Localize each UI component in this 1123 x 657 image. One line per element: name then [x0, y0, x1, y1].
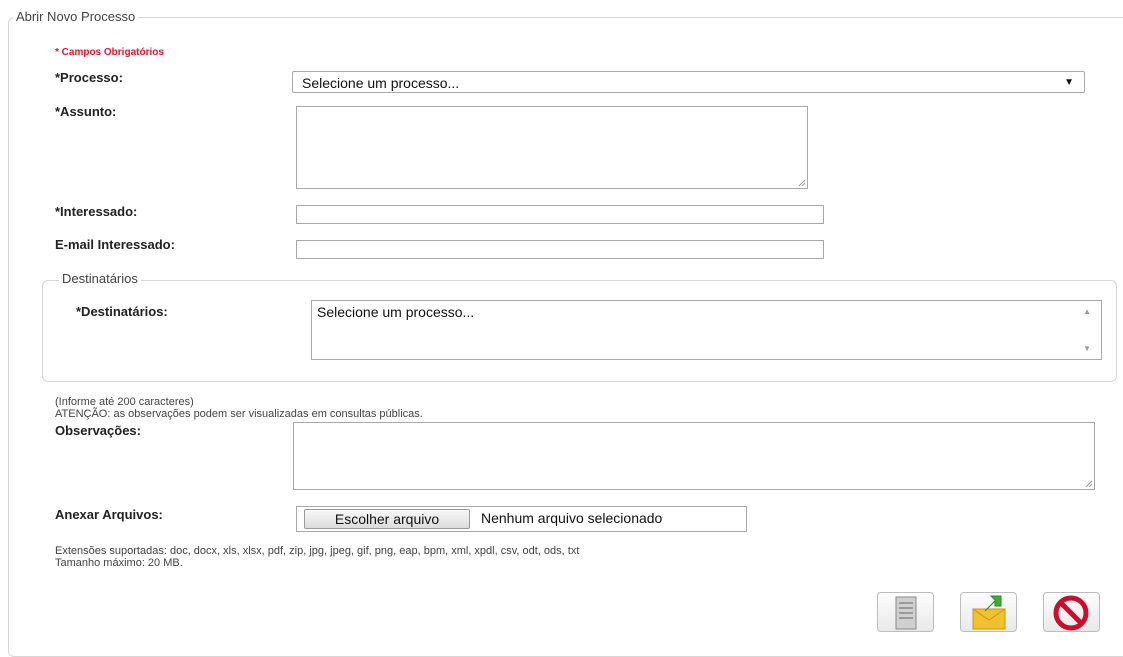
- send-icon: [972, 595, 1006, 630]
- cancel-button[interactable]: [1043, 592, 1100, 632]
- scroll-up-icon[interactable]: ▲: [1083, 307, 1091, 316]
- choose-file-button[interactable]: Escolher arquivo: [304, 509, 470, 529]
- observacoes-char-hint: (Informe até 200 caracteres): [55, 396, 194, 408]
- email-label: E-mail Interessado:: [55, 237, 175, 252]
- document-button[interactable]: [877, 592, 934, 632]
- required-fields-note: * Campos Obrigatórios: [55, 47, 164, 58]
- fieldset-legend: Abrir Novo Processo: [13, 9, 139, 24]
- observacoes-warning: ATENÇÃO: as observações podem ser visual…: [55, 408, 423, 420]
- destinatarios-value: Selecione um processo...: [317, 304, 475, 320]
- assunto-textarea[interactable]: [296, 106, 808, 189]
- document-icon: [895, 596, 917, 630]
- destinatarios-legend: Destinatários: [59, 271, 141, 286]
- processo-select[interactable]: Selecione um processo... ▼: [292, 71, 1085, 93]
- max-size: Tamanho máximo: 20 MB.: [55, 557, 183, 569]
- interessado-input[interactable]: [296, 205, 824, 224]
- resize-handle-icon[interactable]: [1084, 479, 1092, 487]
- destinatarios-label: *Destinatários:: [76, 304, 168, 319]
- chevron-down-icon: ▼: [1064, 77, 1074, 88]
- supported-extensions: Extensões suportadas: doc, docx, xls, xl…: [55, 545, 580, 557]
- anexar-label: Anexar Arquivos:: [55, 507, 163, 522]
- processo-select-value: Selecione um processo...: [302, 75, 460, 91]
- processo-label: *Processo:: [55, 70, 123, 85]
- scroll-down-icon[interactable]: ▼: [1083, 344, 1091, 353]
- send-button[interactable]: [960, 592, 1017, 632]
- cancel-icon: [1053, 595, 1089, 631]
- interessado-label: *Interessado:: [55, 204, 138, 219]
- resize-handle-icon[interactable]: [797, 178, 805, 186]
- email-input[interactable]: [296, 240, 824, 259]
- observacoes-label: Observações:: [55, 423, 141, 438]
- file-status: Nenhum arquivo selecionado: [481, 510, 663, 526]
- destinatarios-listbox[interactable]: Selecione um processo... ▲ ▼: [311, 300, 1102, 360]
- assunto-label: *Assunto:: [55, 104, 117, 119]
- observacoes-textarea[interactable]: [293, 422, 1095, 490]
